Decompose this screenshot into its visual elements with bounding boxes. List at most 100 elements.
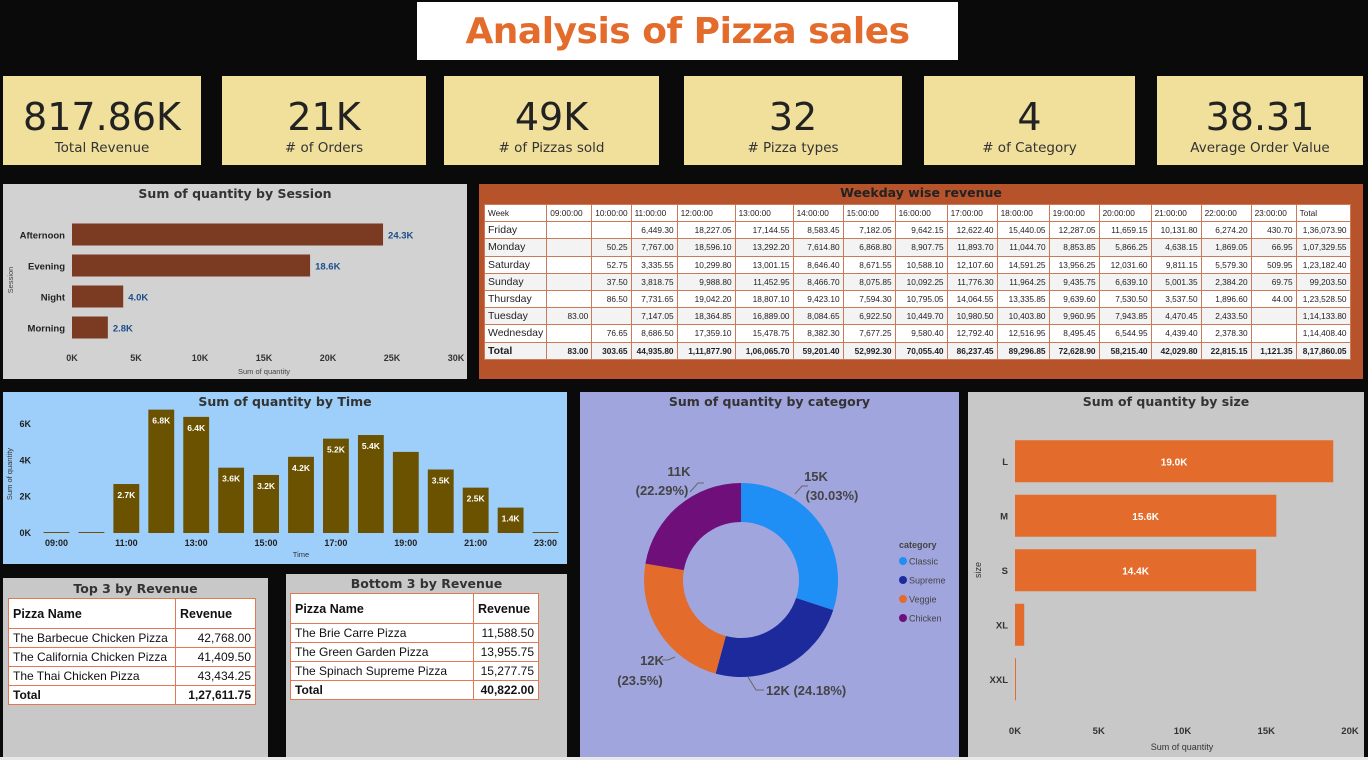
data-label: 5.2K [327,445,346,455]
kpi-card-pizza-types[interactable]: 32 # Pizza types [684,76,902,165]
legend-marker [899,614,907,622]
total-label: Total [290,680,474,700]
column-header[interactable]: 17:00:00 [946,203,998,223]
column-header[interactable]: 20:00:00 [1098,203,1152,223]
column-header[interactable]: 09:00:00 [546,203,593,223]
weekday-table-title: Weekday wise revenue [840,185,1002,200]
revenue-cell: 6,544.95 [1098,324,1152,343]
column-header[interactable]: 10:00:00 [591,203,632,223]
revenue-cell: 59,201.40 [792,341,844,360]
legend-marker [899,576,907,584]
bar [183,416,210,533]
revenue-cell [546,289,593,309]
table-row[interactable]: The California Chicken Pizza 41,409.50 [8,647,256,667]
column-header[interactable]: 19:00:00 [1048,203,1100,223]
table-row[interactable]: The Spinach Supreme Pizza 15,277.75 [290,661,539,681]
x-tick-label: 09:00 [45,538,68,548]
revenue-cell: 15,277.75 [473,661,539,681]
kpi-card-total-revenue[interactable]: 817.86K Total Revenue [3,76,201,165]
revenue-cell: 10,403.80 [996,307,1050,326]
revenue-cell: 69.75 [1250,272,1297,291]
table-row[interactable]: Friday 6,449.30 18,227.05 17,144.55 8,583.45… [483,221,1351,240]
column-header[interactable]: 11:00:00 [630,203,678,223]
kpi-label: # of Pizzas sold [498,140,605,156]
revenue-cell: 2,378.30 [1200,324,1252,343]
kpi-label: # of Category [982,140,1077,156]
table-row[interactable]: The Barbecue Chicken Pizza 42,768.00 [8,628,256,648]
data-label: 2.8K [113,324,133,335]
size-chart-panel[interactable]: Sum of quantity by size L 19.0K M 15.6K S 14.… [968,392,1364,757]
table-row[interactable]: Wednesday 76.65 8,686.50 17,359.10 15,478.75… [483,324,1351,343]
column-header[interactable]: 16:00:00 [894,203,948,223]
weekday-revenue-panel[interactable]: Weekday wise revenue Week 09:00:00 10:00:0… [479,184,1363,379]
table-row[interactable]: Tuesday 83.00 7,147.05 18,364.85 16,889.00 8,… [483,307,1351,326]
revenue-cell: 8,646.40 [792,255,844,274]
column-header[interactable]: Total [1295,203,1351,223]
time-chart-panel[interactable]: Sum of quantity by Time 0K 2K 4K 6K 2.7K 6.8K… [3,392,567,564]
revenue-cell: 13,001.15 [734,255,794,274]
revenue-cell: 2,384.20 [1200,272,1252,291]
revenue-cell: 303.65 [591,341,632,360]
pizza-name-cell: The California Chicken Pizza [8,647,176,667]
column-header-pizza-name[interactable]: Pizza Name [8,598,176,629]
revenue-cell: 10,449.70 [894,307,948,326]
revenue-cell: 11,659.15 [1098,221,1152,240]
revenue-cell: 9,642.15 [894,221,948,240]
revenue-cell: 8,382.30 [792,324,844,343]
revenue-cell: 13,292.20 [734,238,794,257]
size-chart-title: Sum of quantity by size [1082,394,1250,409]
kpi-card-pizzas-sold[interactable]: 49K # of Pizzas sold [444,76,659,165]
revenue-cell: 52,992.30 [842,341,896,360]
category-chart-panel[interactable]: Sum of quantity by category 15K (30.03%) 1… [580,392,959,757]
top3-panel[interactable]: Top 3 by Revenue Pizza Name Revenue The … [3,578,268,760]
column-header-revenue[interactable]: Revenue [473,593,539,624]
data-label: 6.4K [187,423,206,433]
weekday-cell: Thursday [483,289,548,309]
revenue-cell: 52.75 [591,255,632,274]
weekday-cell: Monday [483,238,548,257]
data-label: 2.7K [117,490,136,500]
leader-line [662,656,676,661]
kpi-card-category[interactable]: 4 # of Category [924,76,1135,165]
table-row[interactable]: The Green Garden Pizza 13,955.75 [290,642,539,662]
revenue-cell: 5,579.30 [1200,255,1252,274]
revenue-cell [591,221,632,240]
revenue-cell: 11,044.70 [996,238,1050,257]
table-row[interactable]: The Thai Chicken Pizza 43,434.25 [8,666,256,686]
column-header[interactable]: 13:00:00 [734,203,794,223]
column-header[interactable]: 14:00:00 [792,203,844,223]
kpi-card-orders[interactable]: 21K # of Orders [222,76,426,165]
x-tick-label: 0K [1009,726,1021,737]
column-header-pizza-name[interactable]: Pizza Name [290,593,474,624]
kpi-card-average-order-value[interactable]: 38.31 Average Order Value [1157,76,1363,165]
page-title: Analysis of Pizza sales [465,10,910,52]
column-header[interactable]: 23:00:00 [1250,203,1297,223]
bottom3-panel[interactable]: Bottom 3 by Revenue Pizza Name Revenue T… [286,574,567,760]
table-row[interactable]: Thursday 86.50 7,731.65 19,042.20 18,807.10 9… [483,289,1351,309]
column-header[interactable]: 18:00:00 [996,203,1050,223]
column-header[interactable]: 12:00:00 [676,203,736,223]
x-tick-label: 13:00 [185,538,208,548]
revenue-cell: 11,893.70 [946,238,998,257]
legend-marker [899,595,907,603]
column-header[interactable]: Week [483,203,548,223]
session-chart-panel[interactable]: Sum of quantity by Session Afternoon 24.3… [3,184,467,379]
data-label: 4.0K [128,293,148,304]
data-label: 18.6K [315,262,340,273]
column-header[interactable]: 22:00:00 [1200,203,1252,223]
column-header[interactable]: 15:00:00 [842,203,896,223]
revenue-cell: 13,956.25 [1048,255,1100,274]
column-header[interactable]: 21:00:00 [1150,203,1202,223]
data-label: 12K [640,653,664,668]
table-row[interactable]: The Brie Carre Pizza 11,588.50 [290,623,539,643]
table-row[interactable]: Sunday 37.50 3,818.75 9,988.80 11,452.95 8,46… [483,272,1351,291]
column-header-revenue[interactable]: Revenue [175,598,256,629]
revenue-cell: 18,227.05 [676,221,736,240]
revenue-cell: 70,055.40 [894,341,948,360]
x-tick-label: 17:00 [324,538,347,548]
revenue-cell [546,255,593,274]
table-row[interactable]: Monday 50.25 7,767.00 18,596.10 13,292.20 7,6… [483,238,1351,257]
table-row[interactable]: Saturday 52.75 3,335.55 10,299.80 13,001.15 8… [483,255,1351,274]
data-label: 14.4K [1122,566,1149,577]
data-label: 24.3K [388,231,413,242]
